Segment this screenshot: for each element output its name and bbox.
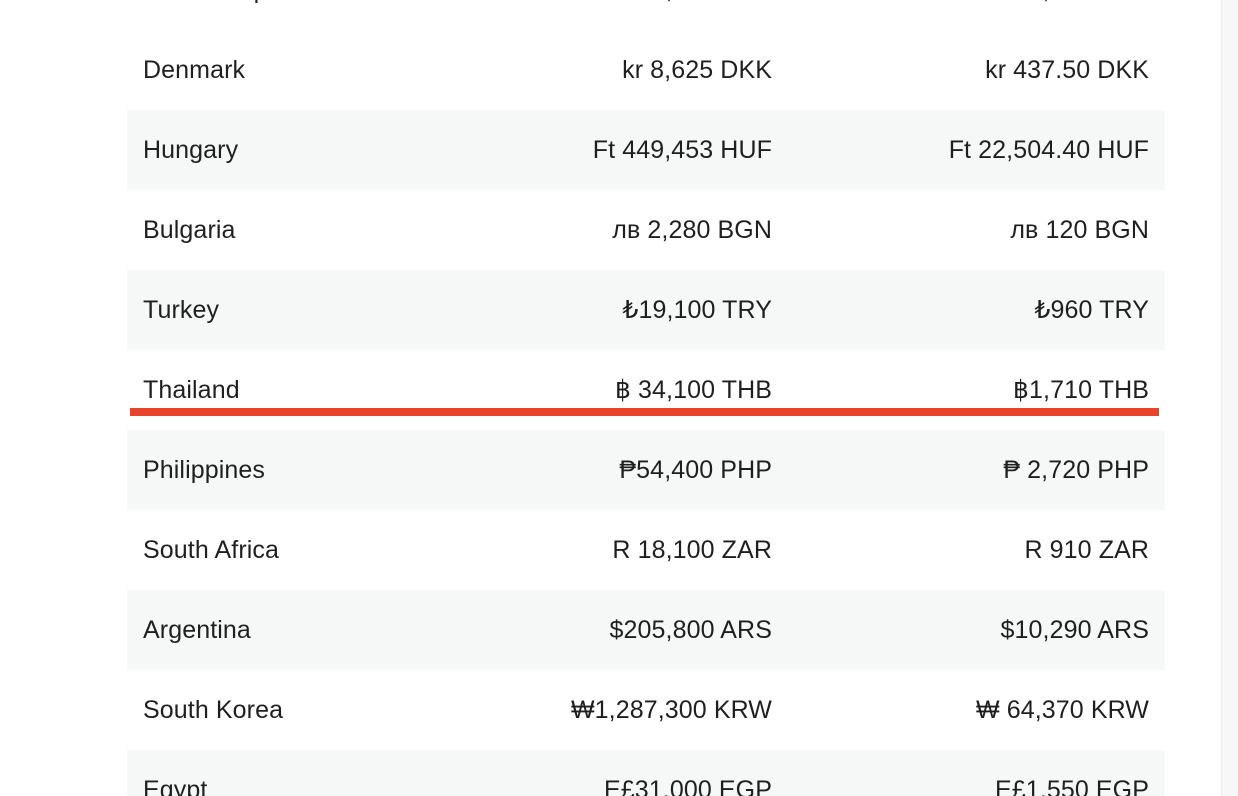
country-cell: Czech Republic <box>127 0 504 30</box>
country-cell: Thailand <box>127 350 504 430</box>
pricing-table: Czech Republic Kč 26,100 CZK Kč 1,310 CZ… <box>127 0 1165 796</box>
monthly-price-cell: ₱ 2,720 PHP <box>788 430 1165 510</box>
country-cell: Egypt <box>127 750 504 796</box>
country-cell: Denmark <box>127 30 504 110</box>
page-viewport: Czech Republic Kč 26,100 CZK Kč 1,310 CZ… <box>0 0 1238 796</box>
table-row: Thailand ฿ 34,100 THB ฿1,710 THB <box>127 350 1165 430</box>
annual-price-cell: ₩1,287,300 KRW <box>504 670 788 750</box>
annual-price-cell: $205,800 ARS <box>504 590 788 670</box>
table-row: Egypt E£31,000 EGP E£1,550 EGP <box>127 750 1165 796</box>
monthly-price-cell: лв 120 BGN <box>788 190 1165 270</box>
pricing-table-body: Czech Republic Kč 26,100 CZK Kč 1,310 CZ… <box>127 0 1165 796</box>
annual-price-cell: ฿ 34,100 THB <box>504 350 788 430</box>
annual-price-cell: Kč 26,100 CZK <box>504 0 788 30</box>
table-row: Turkey ₺19,100 TRY ₺960 TRY <box>127 270 1165 350</box>
country-cell: Turkey <box>127 270 504 350</box>
monthly-price-cell: kr 437.50 DKK <box>788 30 1165 110</box>
annual-price-cell: ₱54,400 PHP <box>504 430 788 510</box>
country-cell: South Korea <box>127 670 504 750</box>
monthly-price-cell: ₺960 TRY <box>788 270 1165 350</box>
annual-price-cell: Ft 449,453 HUF <box>504 110 788 190</box>
monthly-price-cell: Kč 1,310 CZK <box>788 0 1165 30</box>
page-scroll-gutter[interactable] <box>1221 0 1238 796</box>
monthly-price-cell: R 910 ZAR <box>788 510 1165 590</box>
table-row: Philippines ₱54,400 PHP ₱ 2,720 PHP <box>127 430 1165 510</box>
country-cell: South Africa <box>127 510 504 590</box>
country-cell: Philippines <box>127 430 504 510</box>
highlight-underline <box>130 408 1159 416</box>
annual-price-cell: ₺19,100 TRY <box>504 270 788 350</box>
annual-price-cell: E£31,000 EGP <box>504 750 788 796</box>
monthly-price-cell: ₩ 64,370 KRW <box>788 670 1165 750</box>
country-cell: Argentina <box>127 590 504 670</box>
monthly-price-cell: $10,290 ARS <box>788 590 1165 670</box>
table-row: Argentina $205,800 ARS $10,290 ARS <box>127 590 1165 670</box>
country-cell: Bulgaria <box>127 190 504 270</box>
table-row: South Korea ₩1,287,300 KRW ₩ 64,370 KRW <box>127 670 1165 750</box>
monthly-price-cell: ฿1,710 THB <box>788 350 1165 430</box>
monthly-price-cell: Ft 22,504.40 HUF <box>788 110 1165 190</box>
table-row: Bulgaria лв 2,280 BGN лв 120 BGN <box>127 190 1165 270</box>
annual-price-cell: R 18,100 ZAR <box>504 510 788 590</box>
monthly-price-cell: E£1,550 EGP <box>788 750 1165 796</box>
table-row: Czech Republic Kč 26,100 CZK Kč 1,310 CZ… <box>127 0 1165 30</box>
country-cell: Hungary <box>127 110 504 190</box>
annual-price-cell: лв 2,280 BGN <box>504 190 788 270</box>
table-row: Hungary Ft 449,453 HUF Ft 22,504.40 HUF <box>127 110 1165 190</box>
annual-price-cell: kr 8,625 DKK <box>504 30 788 110</box>
table-row: South Africa R 18,100 ZAR R 910 ZAR <box>127 510 1165 590</box>
table-row: Denmark kr 8,625 DKK kr 437.50 DKK <box>127 30 1165 110</box>
